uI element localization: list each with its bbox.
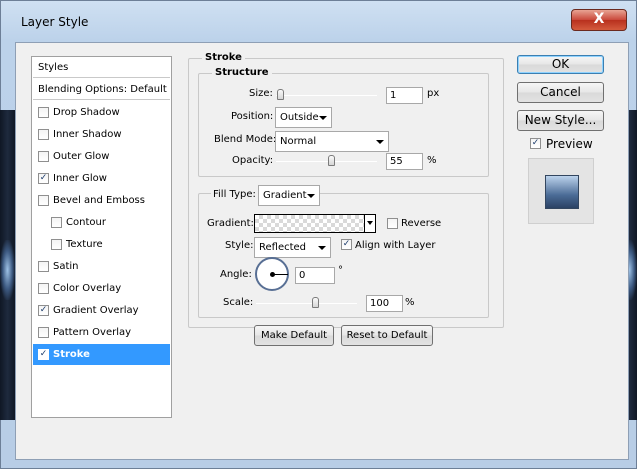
position-value: Outside <box>280 112 319 123</box>
preview-thumbnail <box>528 158 594 224</box>
chevron-down-icon[interactable] <box>364 215 375 232</box>
size-label: Size: <box>249 88 273 99</box>
chevron-down-icon <box>376 140 384 144</box>
style-item-label: Color Overlay <box>53 283 122 294</box>
style-item-label: Texture <box>66 239 103 250</box>
gradient-label: Gradient: <box>207 218 254 229</box>
drop-shadow-checkbox[interactable] <box>38 107 49 118</box>
style-item-satin[interactable]: Satin <box>33 256 170 277</box>
size-input[interactable]: 1 <box>386 87 423 104</box>
angle-dial-needle <box>273 274 288 275</box>
background-strip-left <box>0 110 15 420</box>
preview-swatch <box>545 175 579 209</box>
style-item-inner-shadow[interactable]: Inner Shadow <box>33 124 170 145</box>
gradient-overlay-checkbox[interactable]: ✓ <box>38 305 49 316</box>
style-item-texture[interactable]: Texture <box>33 234 170 255</box>
style-item-color-overlay[interactable]: Color Overlay <box>33 278 170 299</box>
style-item-label: Bevel and Emboss <box>53 195 145 206</box>
style-item-label: Drop Shadow <box>53 107 120 118</box>
opacity-slider-thumb[interactable] <box>327 155 335 166</box>
style-dropdown[interactable]: Reflected <box>254 237 331 258</box>
style-item-label: Satin <box>53 261 79 272</box>
size-unit: px <box>427 88 440 99</box>
opacity-slider-track[interactable] <box>276 161 377 162</box>
reverse-checkbox[interactable] <box>387 218 398 229</box>
align-with-layer-checkbox[interactable]: ✓ <box>341 239 352 250</box>
blend-mode-value: Normal <box>280 136 317 147</box>
texture-checkbox[interactable] <box>51 239 62 250</box>
scale-label: Scale: <box>223 297 254 308</box>
pattern-overlay-checkbox[interactable] <box>38 327 49 338</box>
contour-checkbox[interactable] <box>51 217 62 228</box>
angle-input[interactable]: 0 <box>295 267 335 284</box>
blend-mode-label: Blend Mode: <box>214 134 277 145</box>
fill-type-dropdown[interactable]: Gradient <box>258 185 320 206</box>
style-item-stroke[interactable]: ✓ Stroke <box>33 344 170 365</box>
chevron-down-icon <box>319 116 327 120</box>
align-with-layer-label: Align with Layer <box>355 240 436 251</box>
reverse-label: Reverse <box>401 218 442 229</box>
style-item-label: Gradient Overlay <box>53 305 139 316</box>
outer-glow-checkbox[interactable] <box>38 151 49 162</box>
style-item-bevel-emboss[interactable]: Bevel and Emboss <box>33 190 170 211</box>
style-value: Reflected <box>259 242 307 253</box>
opacity-input[interactable]: 55 <box>386 153 423 170</box>
gradient-picker[interactable] <box>254 214 376 233</box>
style-item-inner-glow[interactable]: ✓ Inner Glow <box>33 168 170 189</box>
style-item-label: Contour <box>66 217 106 228</box>
scale-slider-track[interactable] <box>256 303 357 304</box>
stroke-section-title: Stroke <box>202 52 245 63</box>
style-item-gradient-overlay[interactable]: ✓ Gradient Overlay <box>33 300 170 321</box>
styles-header[interactable]: Styles <box>33 57 170 78</box>
reset-to-default-button[interactable]: Reset to Default <box>341 325 433 346</box>
cancel-button[interactable]: Cancel <box>517 82 604 103</box>
inner-glow-checkbox[interactable]: ✓ <box>38 173 49 184</box>
style-item-label: Inner Glow <box>53 173 107 184</box>
blend-mode-dropdown[interactable]: Normal <box>275 131 389 152</box>
size-slider-track[interactable] <box>276 95 377 96</box>
make-default-button[interactable]: Make Default <box>254 325 334 346</box>
opacity-unit: % <box>427 155 437 166</box>
window-title: Layer Style <box>21 15 89 29</box>
style-item-pattern-overlay[interactable]: Pattern Overlay <box>33 322 170 343</box>
position-label: Position: <box>231 111 274 122</box>
chevron-down-icon <box>318 246 326 250</box>
preview-checkbox[interactable]: ✓ <box>530 138 541 149</box>
fill-type-label: Fill Type: <box>211 189 258 200</box>
opacity-label: Opacity: <box>232 155 274 166</box>
style-item-label: Inner Shadow <box>53 129 122 140</box>
angle-label: Angle: <box>220 269 252 280</box>
style-item-label: Stroke <box>53 349 90 360</box>
styles-list: Styles Blending Options: Default Drop Sh… <box>31 56 172 418</box>
position-dropdown[interactable]: Outside <box>275 107 332 128</box>
style-label: Style: <box>225 240 254 251</box>
preview-label: Preview <box>546 137 593 151</box>
angle-unit: ° <box>338 265 343 276</box>
angle-dial[interactable] <box>255 257 289 291</box>
close-button[interactable]: X <box>571 9 627 31</box>
satin-checkbox[interactable] <box>38 261 49 272</box>
fill-type-value: Gradient <box>263 190 307 201</box>
scale-input[interactable]: 100 <box>366 295 403 312</box>
ok-button[interactable]: OK <box>517 55 604 74</box>
size-slider-thumb[interactable] <box>276 89 284 100</box>
bevel-emboss-checkbox[interactable] <box>38 195 49 206</box>
style-item-outer-glow[interactable]: Outer Glow <box>33 146 170 167</box>
style-item-label: Pattern Overlay <box>53 327 132 338</box>
scale-unit: % <box>405 297 415 308</box>
blending-options-item[interactable]: Blending Options: Default <box>33 79 170 100</box>
style-item-contour[interactable]: Contour <box>33 212 170 233</box>
style-item-label: Outer Glow <box>53 151 110 162</box>
style-item-drop-shadow[interactable]: Drop Shadow <box>33 102 170 123</box>
stroke-checkbox[interactable]: ✓ <box>38 349 49 360</box>
color-overlay-checkbox[interactable] <box>38 283 49 294</box>
new-style-button[interactable]: New Style... <box>517 110 604 131</box>
structure-title: Structure <box>212 67 272 78</box>
chevron-down-icon <box>307 194 315 198</box>
inner-shadow-checkbox[interactable] <box>38 129 49 140</box>
scale-slider-thumb[interactable] <box>312 297 320 308</box>
